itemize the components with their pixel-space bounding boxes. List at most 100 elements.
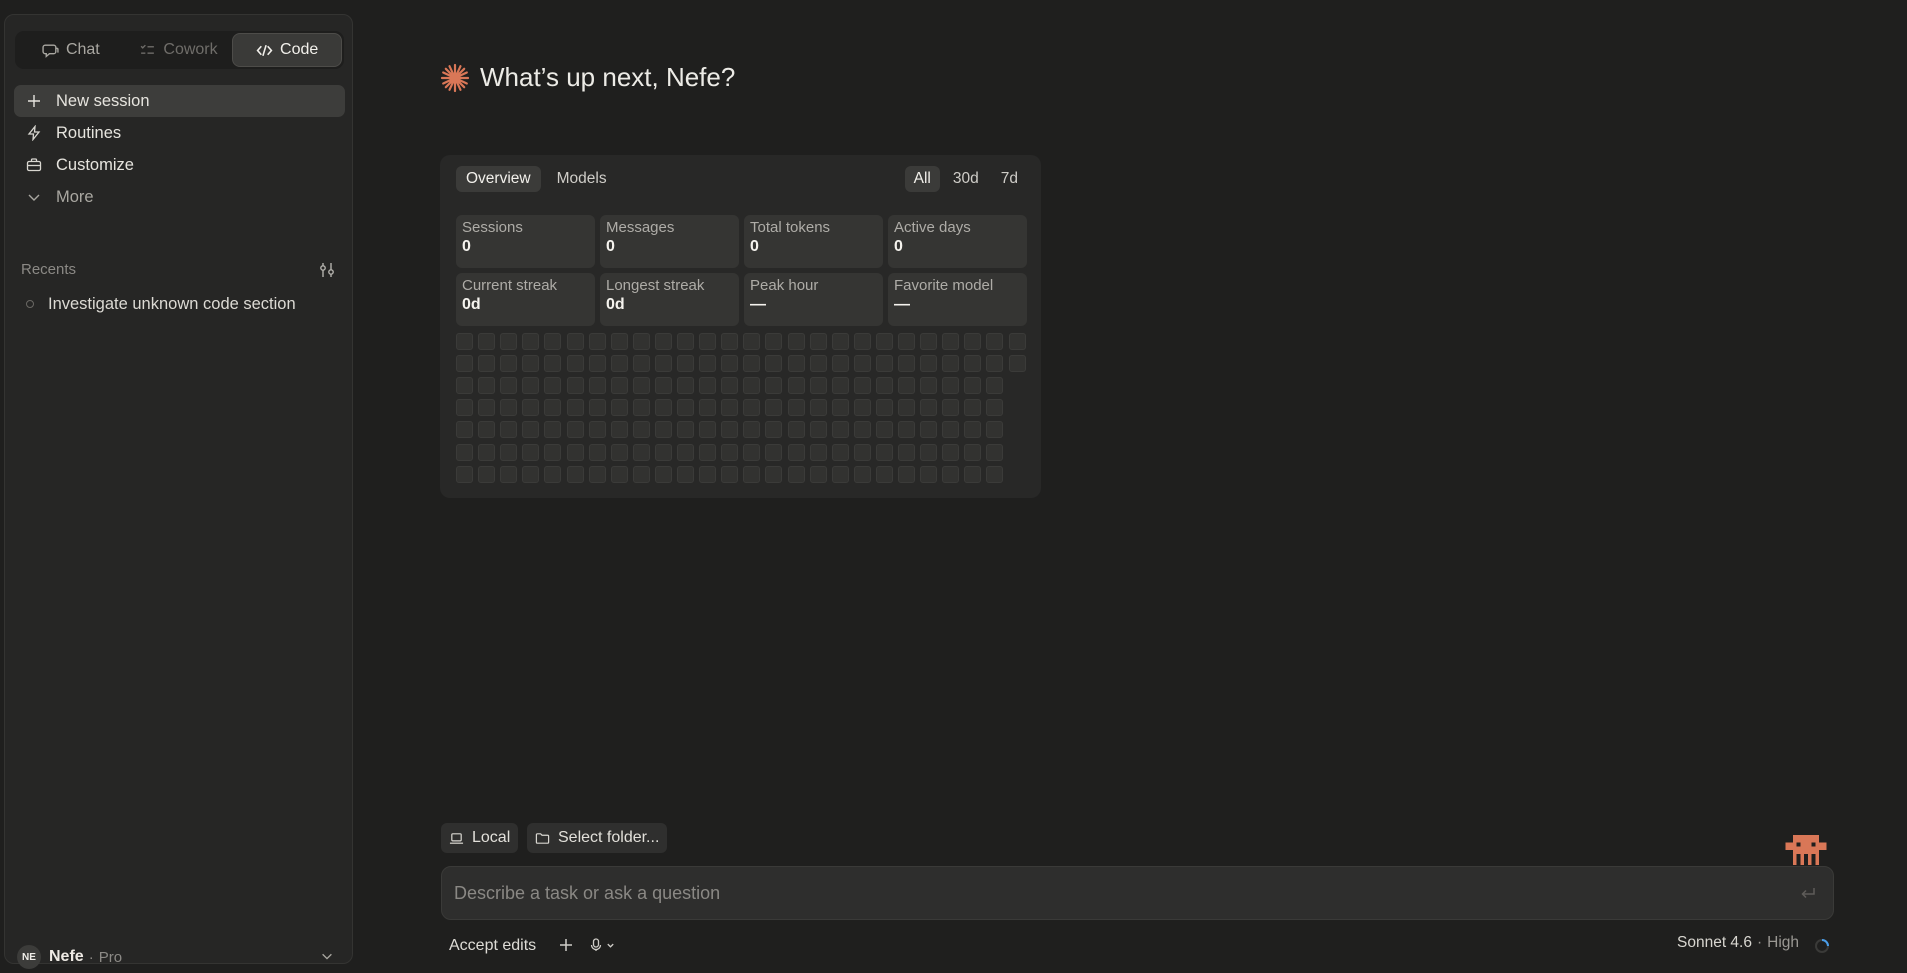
stat-label: Peak hour bbox=[750, 277, 819, 294]
select-folder-button[interactable]: Select folder... bbox=[527, 823, 668, 853]
heatmap-cell bbox=[875, 333, 893, 350]
chevron-down-icon bbox=[322, 953, 332, 960]
heatmap-cell bbox=[654, 333, 672, 350]
heatmap-cell bbox=[809, 443, 827, 461]
local-label: Local bbox=[472, 829, 511, 846]
heatmap-cell bbox=[699, 465, 717, 483]
prompt-input[interactable] bbox=[454, 867, 1784, 919]
heatmap-cell bbox=[566, 355, 584, 373]
model-selector[interactable]: Sonnet 4.6 · High bbox=[1677, 934, 1799, 952]
more-nav-item[interactable]: More bbox=[14, 181, 345, 213]
heatmap-cell bbox=[743, 421, 761, 439]
chevron-down-icon bbox=[28, 194, 40, 201]
heatmap-cell bbox=[942, 333, 960, 350]
prompt-box bbox=[441, 866, 1834, 920]
heatmap-cell bbox=[809, 377, 827, 395]
range-30d[interactable]: 30d bbox=[944, 166, 988, 192]
heatmap-cell bbox=[699, 443, 717, 461]
stat-label: Sessions bbox=[462, 219, 523, 236]
heatmap-cell bbox=[898, 465, 915, 483]
heatmap-cell bbox=[875, 465, 893, 483]
heatmap-cell bbox=[809, 355, 827, 373]
heatmap-cell bbox=[875, 443, 893, 461]
heatmap-cell bbox=[677, 465, 694, 483]
heatmap-cell bbox=[500, 333, 518, 350]
heatmap-cell bbox=[964, 355, 982, 373]
heatmap-cell bbox=[522, 421, 540, 439]
plus-icon[interactable] bbox=[557, 936, 575, 954]
heatmap-cell bbox=[699, 355, 717, 373]
heatmap-cell bbox=[765, 377, 783, 395]
heatmap-cell bbox=[898, 377, 915, 395]
customize-nav-item[interactable]: Customize bbox=[14, 149, 345, 181]
lightning-icon bbox=[27, 125, 41, 141]
new-session-button[interactable]: New session bbox=[14, 85, 345, 117]
heatmap-cell bbox=[1008, 333, 1026, 350]
heatmap-cell bbox=[522, 355, 540, 373]
heatmap-cell bbox=[721, 333, 739, 350]
heatmap-cell bbox=[588, 399, 606, 417]
mode-switch: Chat Cowork Code bbox=[15, 31, 344, 69]
enter-return-icon[interactable] bbox=[1799, 886, 1817, 902]
heatmap-cell bbox=[964, 377, 982, 395]
stat-value: 0 bbox=[894, 238, 903, 255]
heatmap-cell bbox=[765, 399, 783, 417]
heatmap-cell bbox=[566, 465, 584, 483]
heatmap-cell bbox=[1008, 355, 1026, 373]
mode-code-label: Code bbox=[280, 41, 319, 58]
tab-overview[interactable]: Overview bbox=[456, 166, 541, 192]
profile-name: Nefe bbox=[49, 948, 84, 965]
heatmap-cell bbox=[478, 333, 496, 350]
voice-input-button[interactable] bbox=[590, 936, 620, 954]
heatmap-cell bbox=[632, 465, 650, 483]
accept-edits-button[interactable]: Accept edits bbox=[449, 934, 536, 958]
heatmap-cell bbox=[677, 377, 694, 395]
sparkle-logo-icon bbox=[440, 63, 470, 92]
profile-separator: · bbox=[88, 948, 94, 966]
heatmap-cell bbox=[544, 377, 562, 395]
stat-active-days: Active days 0 bbox=[888, 215, 1027, 268]
stat-value: 0 bbox=[462, 238, 471, 255]
stat-longest-streak: Longest streak 0d bbox=[600, 273, 739, 326]
heatmap-cell bbox=[654, 377, 672, 395]
heatmap-cell bbox=[500, 443, 518, 461]
heatmap-cell bbox=[875, 377, 893, 395]
stats-tabs: Overview Models bbox=[456, 166, 617, 192]
heatmap-cell bbox=[699, 421, 717, 439]
heatmap-cell bbox=[456, 443, 473, 461]
local-environment-button[interactable]: Local bbox=[441, 823, 519, 853]
heatmap-cell bbox=[522, 399, 540, 417]
filter-sliders-icon[interactable] bbox=[317, 260, 337, 280]
heatmap-cell bbox=[853, 399, 871, 417]
more-label: More bbox=[56, 187, 94, 206]
mode-chat-label: Chat bbox=[65, 41, 100, 58]
tab-models[interactable]: Models bbox=[547, 166, 617, 192]
range-all[interactable]: All bbox=[904, 166, 940, 192]
profile-menu[interactable]: NE Nefe · Pro bbox=[17, 943, 342, 971]
heatmap-cell bbox=[787, 355, 805, 373]
heatmap-cell bbox=[986, 355, 1004, 373]
heatmap-cell bbox=[478, 443, 496, 461]
heatmap-cell bbox=[920, 421, 938, 439]
mode-cowork-button[interactable]: Cowork bbox=[125, 33, 233, 67]
heatmap-cell bbox=[588, 355, 606, 373]
recent-session-item[interactable]: Investigate unknown code section bbox=[14, 289, 345, 319]
heatmap-cell bbox=[942, 377, 960, 395]
stat-label: Messages bbox=[606, 219, 675, 236]
heatmap-cell bbox=[588, 443, 606, 461]
stat-label: Favorite model bbox=[894, 277, 994, 294]
recent-session-title: Investigate unknown code section bbox=[48, 294, 296, 313]
mode-code-button[interactable]: Code bbox=[232, 33, 343, 67]
heatmap-cell bbox=[566, 377, 584, 395]
routines-nav-item[interactable]: Routines bbox=[14, 117, 345, 149]
heatmap-cell bbox=[920, 355, 938, 373]
heatmap-cell bbox=[831, 465, 849, 483]
heatmap-cell bbox=[986, 465, 1004, 483]
range-7d[interactable]: 7d bbox=[992, 166, 1027, 192]
mode-chat-button[interactable]: Chat bbox=[17, 33, 125, 67]
select-folder-label: Select folder... bbox=[558, 829, 660, 846]
heatmap-cell bbox=[964, 333, 982, 350]
stat-label: Longest streak bbox=[606, 277, 705, 294]
chat-bubble-icon bbox=[42, 43, 59, 58]
heatmap-cell bbox=[588, 377, 606, 395]
